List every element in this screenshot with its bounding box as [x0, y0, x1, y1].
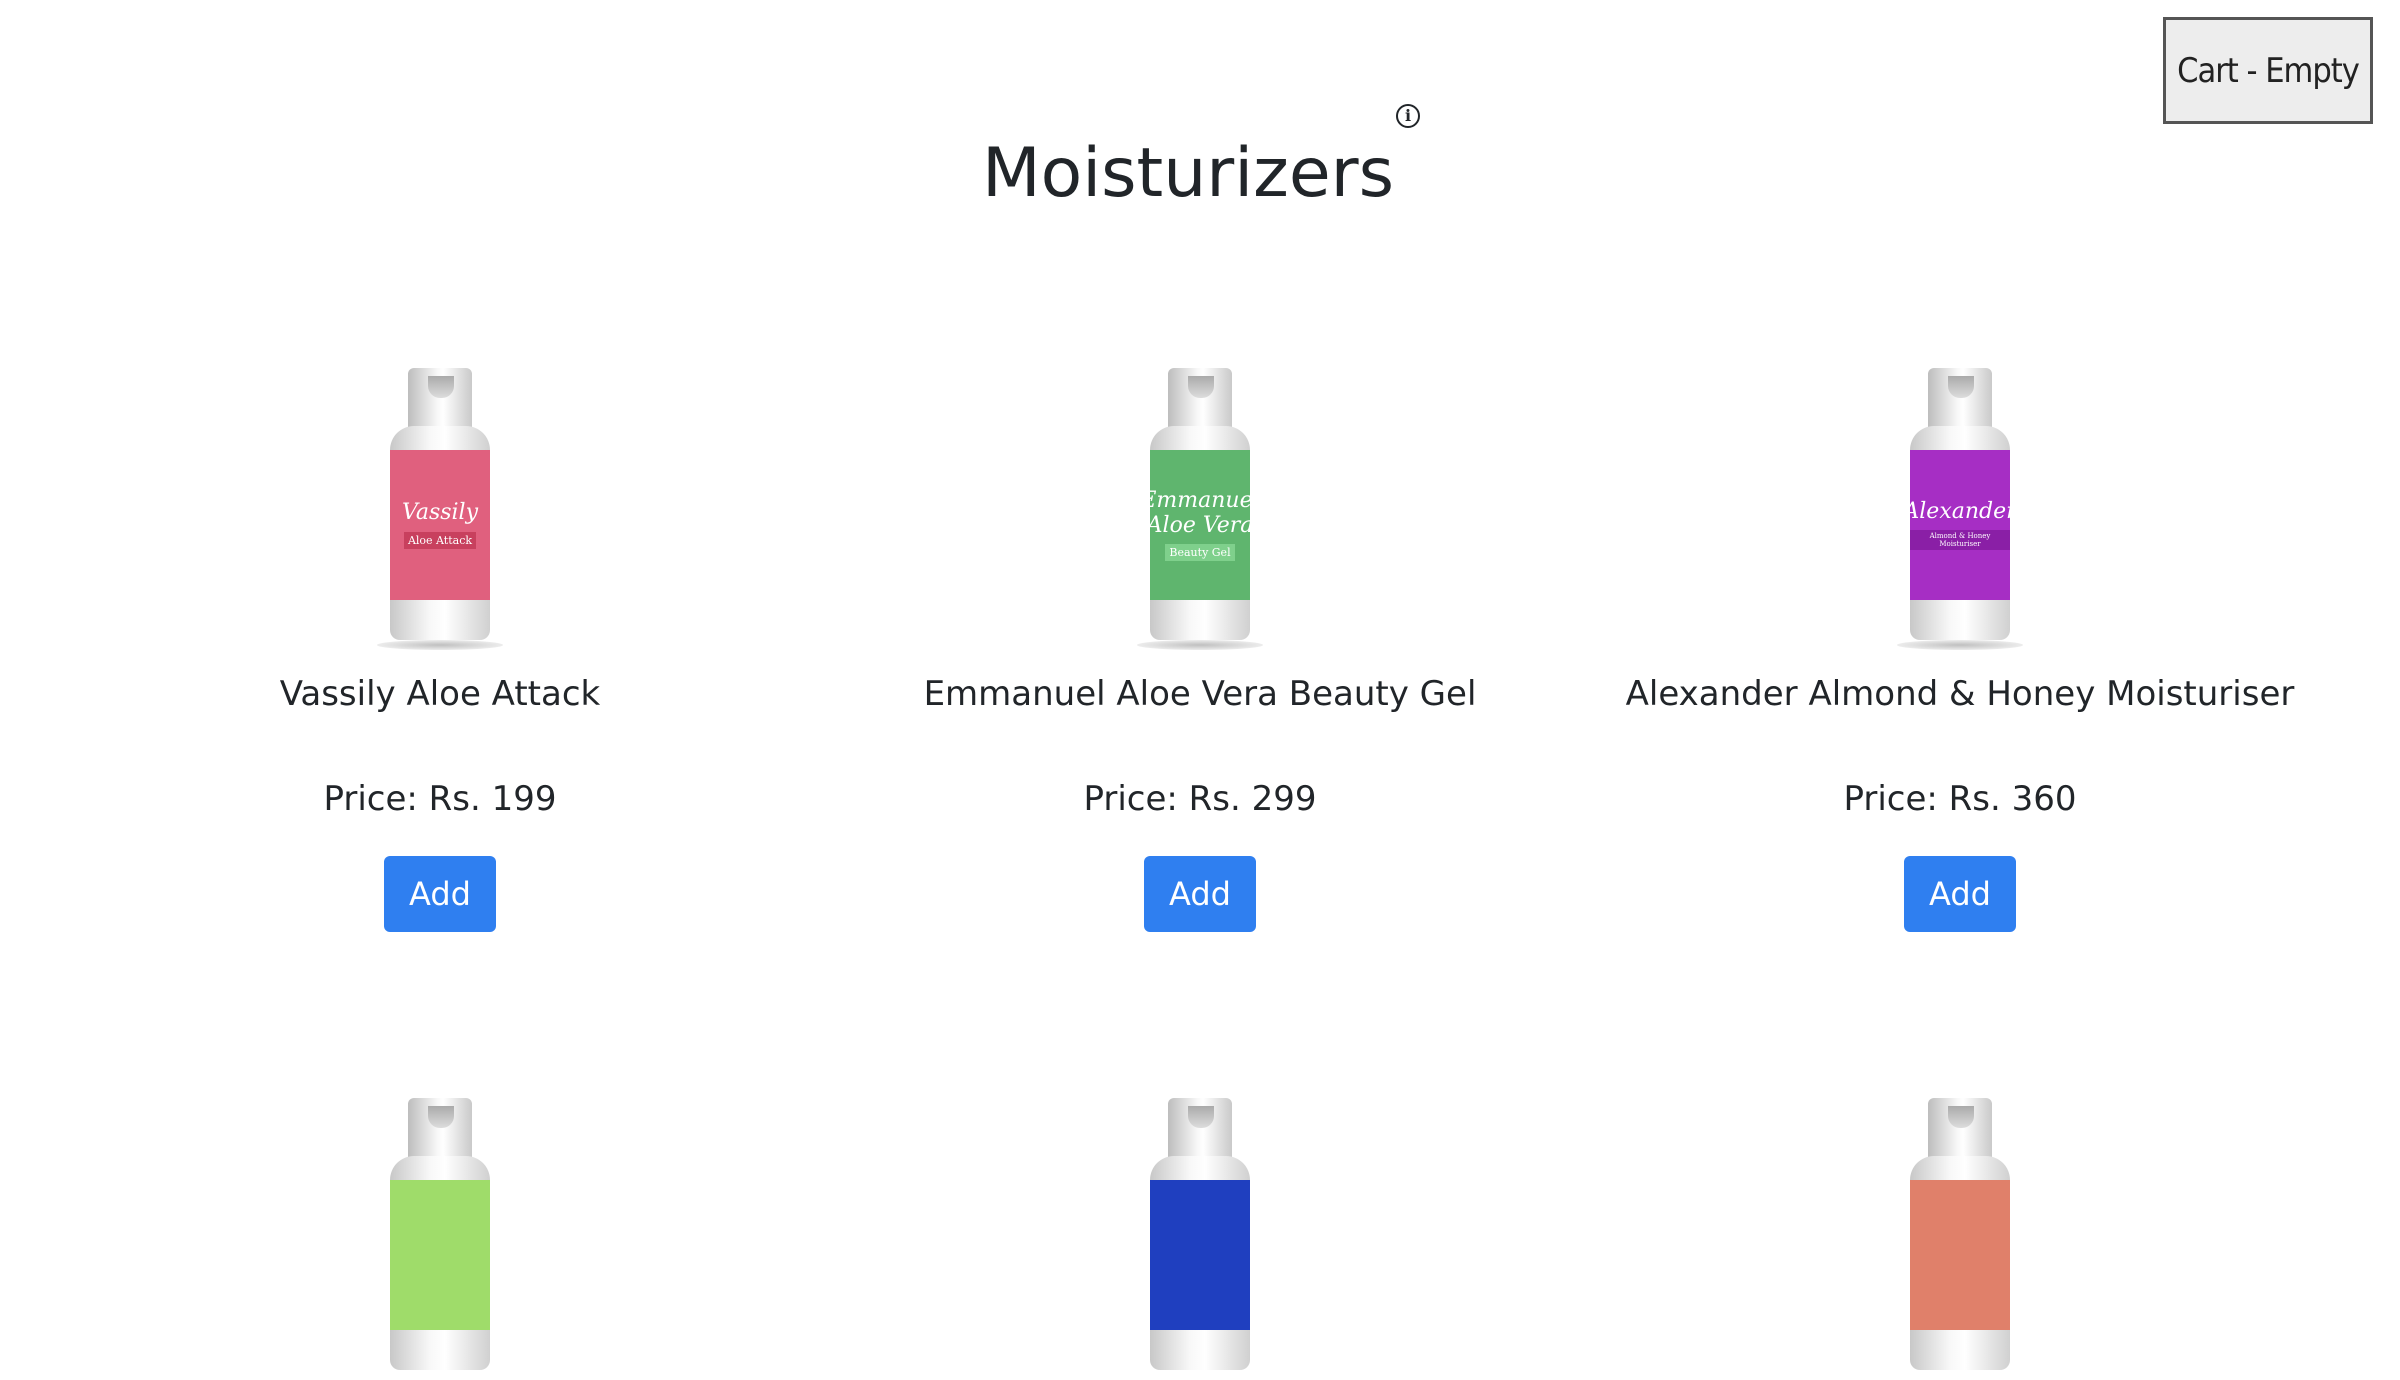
product-card: [60, 1090, 820, 1380]
product-card: [1580, 1090, 2340, 1380]
product-card: [820, 1090, 1580, 1380]
label-sub-text: Almond & Honey Moisturiser: [1910, 530, 2010, 551]
label-brand-text: Alexander: [1903, 498, 2017, 524]
product-price: Price: Rs. 199: [323, 778, 557, 819]
product-price: Price: Rs. 299: [1083, 778, 1317, 819]
product-image: [385, 1090, 495, 1380]
product-card: Alexander Almond & Honey Moisturiser Ale…: [1580, 360, 2340, 932]
product-image: Vassily Aloe Attack: [377, 360, 503, 650]
label-sub-text: Beauty Gel: [1165, 543, 1235, 561]
product-name: Vassily Aloe Attack: [279, 674, 601, 714]
label-brand-text: Emmanuel Aloe Vera: [1140, 488, 1260, 538]
product-grid: Vassily Aloe Attack Vassily Aloe Attack …: [0, 0, 2400, 1370]
label-sub-text: Aloe Attack: [403, 531, 477, 549]
product-price: Price: Rs. 360: [1843, 778, 2077, 819]
product-image: Alexander Almond & Honey Moisturiser: [1897, 360, 2023, 650]
product-image: [1145, 1090, 1255, 1380]
product-card: Emmanuel Aloe Vera Beauty Gel Emmanuel A…: [820, 360, 1580, 932]
product-image: [1905, 1090, 2015, 1380]
add-button[interactable]: Add: [384, 855, 496, 932]
product-name: Emmanuel Aloe Vera Beauty Gel: [923, 674, 1477, 714]
add-button[interactable]: Add: [1904, 855, 2016, 932]
product-image: Emmanuel Aloe Vera Beauty Gel: [1137, 360, 1263, 650]
label-brand-text: Vassily: [401, 500, 479, 526]
product-card: Vassily Aloe Attack Vassily Aloe Attack …: [60, 360, 820, 932]
add-button[interactable]: Add: [1144, 855, 1256, 932]
product-name: Alexander Almond & Honey Moisturiser: [1625, 674, 2295, 714]
